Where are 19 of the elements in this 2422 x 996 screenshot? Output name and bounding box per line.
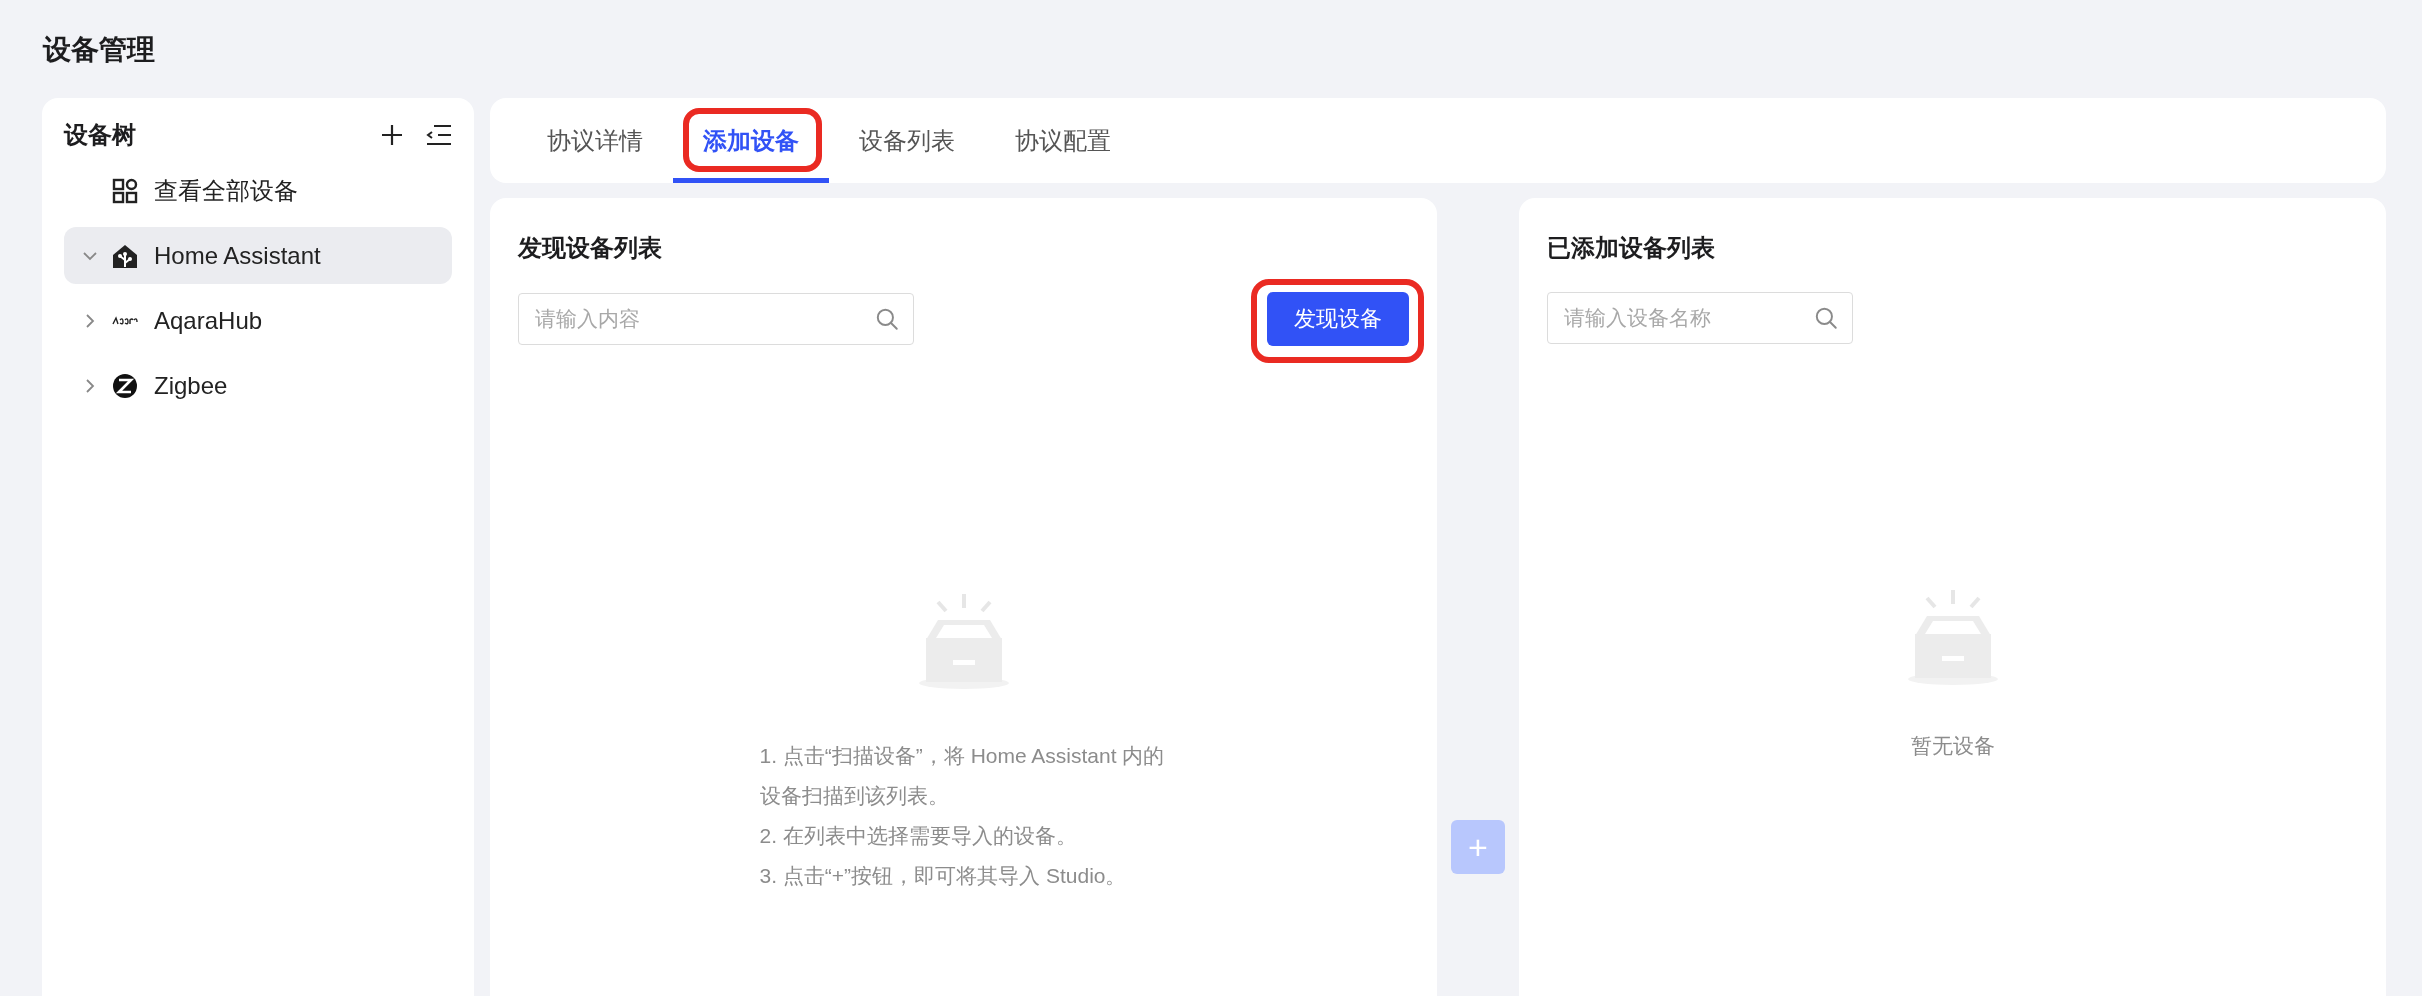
page-title: 设备管理 — [43, 33, 156, 67]
instruction-step: 1. 点击“扫描设备”，将 Home Assistant 内的设备扫描到该列表。 — [759, 736, 1168, 816]
panel-title: 发现设备列表 — [518, 233, 663, 263]
tab[interactable]: 添加设备 — [673, 98, 829, 183]
sidebar-title: 设备树 — [64, 120, 136, 150]
search-field[interactable]: 请输入设备名称 — [1547, 292, 1853, 344]
tree-item[interactable]: AqaraHub — [64, 292, 452, 349]
tree-item[interactable]: Zigbee — [64, 357, 452, 414]
instruction-step: 2. 在列表中选择需要导入的设备。 — [759, 816, 1168, 856]
search-field[interactable]: 请输入内容 — [518, 293, 914, 345]
tree-item[interactable]: 查看全部设备 — [64, 162, 452, 219]
empty-message: 暂无设备 — [1910, 733, 1995, 759]
tab[interactable]: 协议配置 — [985, 98, 1141, 183]
discover-button[interactable]: 发现设备 — [1267, 292, 1409, 346]
tree-item[interactable]: Home Assistant — [64, 227, 452, 284]
instruction-step: 3. 点击“+”按钮，即可将其导入 Studio。 — [759, 856, 1168, 896]
tab[interactable]: 设备列表 — [829, 98, 985, 183]
panel-title: 已添加设备列表 — [1547, 233, 1716, 263]
tab[interactable]: 协议详情 — [517, 98, 673, 183]
